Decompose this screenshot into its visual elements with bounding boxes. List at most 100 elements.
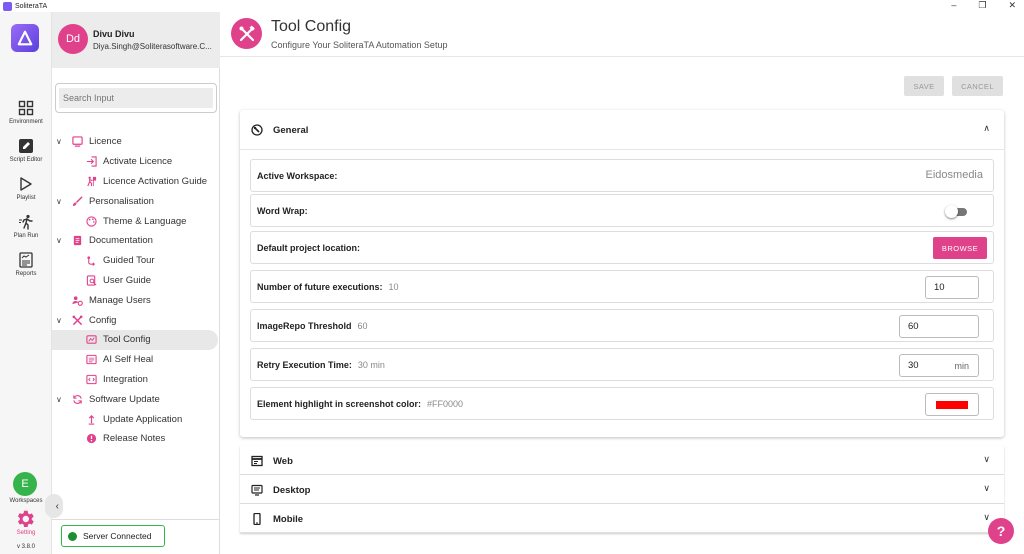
mobile-title: Mobile: [273, 514, 304, 525]
ai-icon: [85, 354, 97, 366]
sync-icon: [71, 393, 83, 405]
nav-label: Config: [89, 314, 117, 326]
nav-software-update[interactable]: ∨ Software Update: [52, 389, 220, 409]
collapse-sidebar-button[interactable]: ‹: [45, 494, 63, 518]
active-workspace-row: Active Workspace: Eidosmedia: [250, 159, 994, 192]
image-repo-value: 60: [908, 321, 919, 332]
retry-time-input[interactable]: 30 min: [899, 354, 979, 377]
divider: [52, 519, 220, 520]
browse-button[interactable]: BROWSE: [933, 237, 987, 259]
active-workspace-label: Active Workspace:: [257, 171, 338, 181]
color-swatch: [936, 401, 968, 409]
default-location-label: Default project location:: [257, 243, 361, 253]
future-executions-input[interactable]: 10: [925, 276, 979, 299]
image-repo-label: ImageRepo Threshold 60: [257, 321, 368, 331]
retry-time-value: 30: [908, 360, 919, 371]
word-wrap-label: Word Wrap:: [257, 206, 308, 216]
retry-time-label: Retry Execution Time: 30 min: [257, 360, 385, 370]
left-rail: Environment Script Editor Playlist Plan …: [0, 12, 52, 554]
tools-icon: [71, 314, 83, 326]
workspace-avatar[interactable]: E: [13, 472, 37, 496]
nav-user-guide[interactable]: User Guide: [52, 271, 220, 291]
nav-label: Manage Users: [89, 294, 151, 306]
nav-manage-users[interactable]: Manage Users: [52, 290, 220, 310]
mobile-icon: [253, 513, 261, 525]
highlight-color-row: Element highlight in screenshot color: #F…: [250, 387, 994, 420]
nav-documentation[interactable]: ∨ Documentation: [52, 231, 220, 251]
nav-ai-self-heal[interactable]: AI Self Heal: [52, 350, 220, 370]
nav-label: Theme & Language: [103, 215, 187, 227]
settings-nav: ∨ Licence Activate Licence Licence Activ…: [52, 132, 220, 449]
word-wrap-toggle[interactable]: [945, 205, 967, 218]
save-button[interactable]: SAVE: [904, 76, 944, 96]
future-executions-row: Number of future executions: 10 10: [250, 270, 994, 303]
nav-label: User Guide: [103, 274, 152, 286]
image-repo-hint: 60: [357, 321, 368, 331]
nav-licence[interactable]: ∨ Licence: [52, 132, 220, 152]
retry-time-text: Retry Execution Time:: [257, 360, 352, 370]
image-repo-input[interactable]: 60: [899, 315, 979, 338]
alert-icon: [85, 433, 97, 445]
logo-icon: [17, 30, 33, 46]
rail-script-editor[interactable]: Script Editor: [0, 138, 52, 163]
web-section[interactable]: Web ∨: [240, 446, 1004, 475]
nav-activate-licence[interactable]: Activate Licence: [52, 152, 220, 172]
close-icon[interactable]: ✕: [1008, 0, 1016, 11]
chevron-up-icon: ∧: [983, 123, 990, 133]
highlight-color-hint: #FF0000: [427, 399, 464, 409]
web-title: Web: [273, 456, 293, 467]
server-status-badge: Server Connected: [61, 525, 165, 547]
mobile-section[interactable]: Mobile ∨: [240, 504, 1004, 533]
palette-icon: [85, 215, 97, 227]
highlight-color-picker[interactable]: [925, 393, 979, 416]
nav-licence-guide[interactable]: Licence Activation Guide: [52, 172, 220, 192]
nav-config[interactable]: ∨ Config: [52, 310, 220, 330]
search-input[interactable]: [59, 88, 213, 108]
version-label: v 3.8.0: [16, 544, 35, 550]
edit-icon: [19, 139, 33, 153]
rail-playlist[interactable]: Playlist: [0, 176, 52, 201]
general-title: General: [273, 125, 309, 136]
rail-environment[interactable]: Environment: [0, 100, 52, 125]
profile-card[interactable]: Dd Divu Divu Diya.Singh@Soliterasoftware…: [52, 12, 220, 68]
app-logo[interactable]: [11, 24, 39, 52]
page-title: Tool Config: [271, 18, 352, 35]
future-executions-label: Number of future executions: 10: [257, 282, 399, 292]
avatar: Dd: [58, 24, 88, 54]
main-content: Tool Config Configure Your SoliteraTA Au…: [220, 12, 1024, 554]
nav-integration[interactable]: Integration: [52, 370, 220, 390]
setting-label: Setting: [16, 530, 36, 536]
general-header[interactable]: General ∧: [240, 110, 1004, 150]
minimize-icon[interactable]: –: [951, 0, 956, 11]
nav-tool-config[interactable]: Tool Config: [52, 329, 218, 350]
users-cog-icon: [71, 294, 83, 306]
wrench-icon: [251, 124, 263, 136]
cancel-button[interactable]: CANCEL: [952, 76, 1003, 96]
divider: [220, 56, 1024, 57]
desktop-icon: [251, 484, 263, 496]
app-title: SoliteraTA: [15, 2, 48, 10]
nav-label: Licence: [89, 136, 122, 148]
document-icon: [71, 235, 83, 247]
help-button[interactable]: ?: [988, 518, 1014, 544]
app-icon: [3, 1, 12, 11]
image-repo-row: ImageRepo Threshold 60 60: [250, 309, 994, 342]
rail-label: Playlist: [16, 195, 36, 201]
nav-update-application[interactable]: Update Application: [52, 409, 220, 429]
nav-release-notes[interactable]: Release Notes: [52, 429, 220, 449]
future-executions-hint: 10: [388, 282, 399, 292]
chevron-down-icon: ∨: [56, 137, 62, 147]
chevron-left-icon: ‹: [55, 500, 59, 512]
rail-plan-run[interactable]: Plan Run: [0, 214, 52, 239]
gear-icon[interactable]: [14, 508, 36, 530]
nav-guided-tour[interactable]: Guided Tour: [52, 251, 220, 271]
chevron-down-icon: ∨: [56, 236, 62, 246]
desktop-section[interactable]: Desktop ∨: [240, 475, 1004, 504]
default-location-row: Default project location: BROWSE: [250, 231, 994, 264]
nav-personalisation[interactable]: ∨ Personalisation: [52, 191, 220, 211]
rail-reports[interactable]: Reports: [0, 252, 52, 277]
nav-label: Software Update: [89, 393, 160, 405]
maximize-icon[interactable]: ❐: [978, 0, 986, 11]
nav-theme-language[interactable]: Theme & Language: [52, 211, 220, 231]
monitor-icon: [71, 136, 83, 148]
